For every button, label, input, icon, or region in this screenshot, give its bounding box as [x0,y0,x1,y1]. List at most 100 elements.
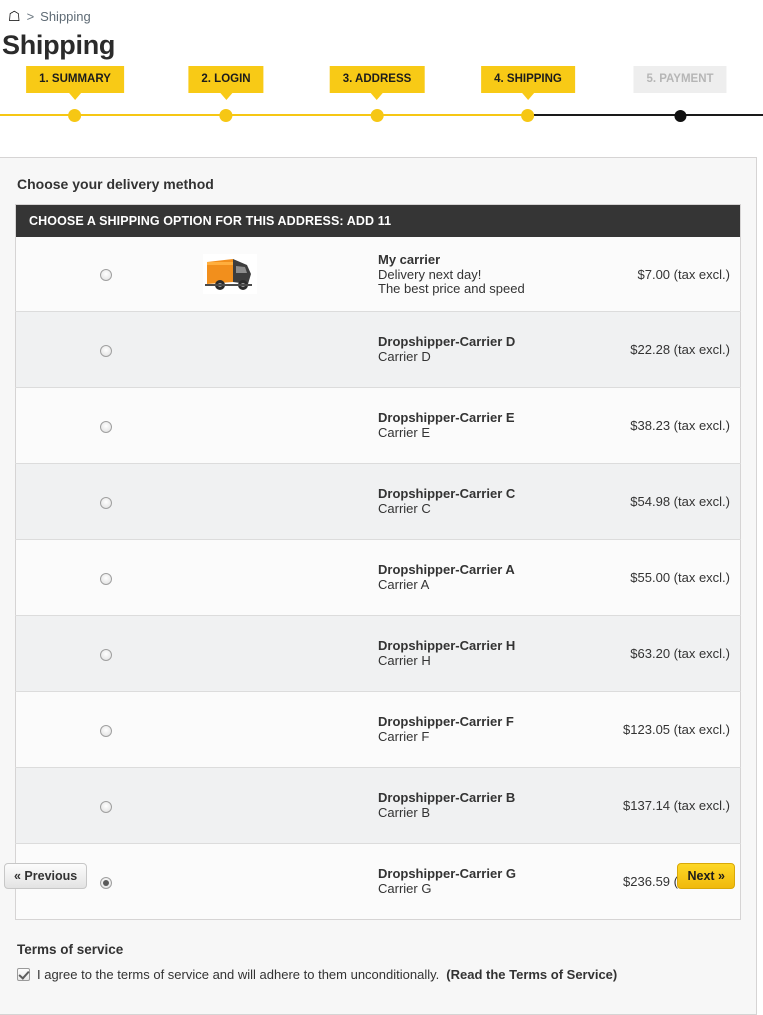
carrier-price: $54.98 (tax excl.) [630,494,730,509]
step-shipping[interactable]: 4. SHIPPING [481,66,575,122]
carrier-info-cell: Dropshipper-Carrier F Carrier F [378,692,559,768]
table-row[interactable]: Dropshipper-Carrier H Carrier H $63.20 (… [15,615,741,692]
carrier-name: Dropshipper-Carrier E [378,410,515,425]
carrier-delay: Carrier B [378,805,431,820]
carrier-radio-dropshipper-carrier-c[interactable] [100,496,113,509]
table-row[interactable]: Dropshipper-Carrier B Carrier B $137.14 … [15,767,741,844]
terms-checkbox[interactable] [17,968,30,981]
carrier-name: Dropshipper-Carrier A [378,562,515,577]
carrier-radio-cell[interactable] [16,616,197,692]
footer-nav: « Previous Next » [0,861,757,891]
step-shipping-label: 4. SHIPPING [481,66,575,100]
carrier-logo-cell [197,388,378,464]
carrier-delay: Carrier E [378,425,431,440]
delivery-heading: Choose your delivery method [17,176,214,192]
delivery-truck-icon [202,254,257,294]
carrier-info-cell: Dropshipper-Carrier E Carrier E [378,388,559,464]
carrier-price: $55.00 (tax excl.) [630,570,730,585]
carrier-radio-dropshipper-carrier-d[interactable] [100,344,113,357]
terms-row: I agree to the terms of service and will… [17,967,741,982]
terms-text: I agree to the terms of service and will… [37,967,440,982]
carrier-logo-cell [197,464,378,540]
carrier-radio-cell[interactable] [16,237,197,312]
terms-title: Terms of service [17,942,124,957]
carrier-logo-cell [197,237,378,312]
table-row[interactable]: Dropshipper-Carrier F Carrier F $123.05 … [15,691,741,768]
carrier-radio-dropshipper-carrier-b[interactable] [100,800,113,813]
home-icon[interactable]: ☖ [8,9,21,23]
carrier-name: Dropshipper-Carrier H [378,638,516,653]
carrier-info-cell: My carrier Delivery next day! The best p… [378,237,559,312]
carrier-price: $123.05 (tax excl.) [623,722,730,737]
breadcrumb-separator: > [26,8,35,24]
step-payment: 5. PAYMENT [633,66,727,122]
next-button[interactable]: Next » [677,863,735,889]
carrier-radio-cell[interactable] [16,388,197,464]
table-row[interactable]: Dropshipper-Carrier C Carrier C $54.98 (… [15,463,741,540]
step-payment-node [673,110,686,122]
carrier-radio-dropshipper-carrier-a[interactable] [100,572,113,585]
step-summary[interactable]: 1. SUMMARY [26,66,124,122]
carrier-delay: Carrier H [378,653,431,668]
carrier-table-header-row: CHOOSE A SHIPPING OPTION FOR THIS ADDRES… [15,204,741,237]
table-row[interactable]: Dropshipper-Carrier D Carrier D $22.28 (… [15,311,741,388]
carrier-name: Dropshipper-Carrier B [378,790,516,805]
carrier-delay: Carrier D [378,349,431,364]
carrier-radio-cell[interactable] [16,540,197,616]
checkout-steps: 1. SUMMARY 2. LOGIN 3. ADDRESS 4. SHIPPI… [0,66,763,128]
carrier-delay: Delivery next day! [378,266,482,282]
step-summary-node [68,109,82,122]
step-address-node [370,109,384,122]
panel-spacer [15,982,741,1014]
carrier-info-cell: Dropshipper-Carrier A Carrier A [378,540,559,616]
carrier-radio-cell[interactable] [16,768,197,844]
step-summary-label: 1. SUMMARY [26,66,124,100]
carrier-price: $22.28 (tax excl.) [630,342,730,357]
carrier-delay: Carrier F [378,729,430,744]
carrier-name: Dropshipper-Carrier F [378,714,514,729]
carrier-logo-cell [197,616,378,692]
carrier-table: CHOOSE A SHIPPING OPTION FOR THIS ADDRES… [15,204,741,920]
carrier-table-header: CHOOSE A SHIPPING OPTION FOR THIS ADDRES… [15,204,741,237]
carrier-name: My carrier [378,251,441,267]
carrier-info-cell: Dropshipper-Carrier B Carrier B [378,768,559,844]
step-address[interactable]: 3. ADDRESS [329,66,425,122]
breadcrumb-current[interactable]: Shipping [40,9,91,24]
carrier-price: $137.14 (tax excl.) [623,798,730,813]
carrier-name: Dropshipper-Carrier C [378,486,516,501]
carrier-radio-cell[interactable] [16,464,197,540]
carrier-extra: The best price and speed [378,280,525,296]
carrier-radio-dropshipper-carrier-h[interactable] [100,648,113,661]
step-login-node [219,109,233,122]
carrier-radio-cell[interactable] [16,312,197,388]
step-shipping-node [521,109,535,122]
table-row[interactable]: Dropshipper-Carrier E Carrier E $38.23 (… [15,387,741,464]
carrier-info-cell: Dropshipper-Carrier D Carrier D [378,312,559,388]
carrier-logo-cell [197,692,378,768]
carrier-price: $7.00 (tax excl.) [637,266,731,282]
breadcrumb: ☖ > Shipping [0,0,763,26]
carrier-info-cell: Dropshipper-Carrier H Carrier H [378,616,559,692]
carrier-radio-cell[interactable] [16,692,197,768]
previous-button[interactable]: « Previous [4,863,88,889]
carrier-logo-cell [197,540,378,616]
read-terms-link[interactable]: (Read the Terms of Service) [446,967,617,982]
table-row[interactable]: My carrier Delivery next day! The best p… [15,237,741,312]
carrier-radio-my-carrier[interactable] [100,269,113,282]
carrier-price: $38.23 (tax excl.) [630,418,730,433]
carrier-price: $63.20 (tax excl.) [630,646,730,661]
step-login-label: 2. LOGIN [188,66,264,100]
carrier-delay: Carrier C [378,501,431,516]
page-title: Shipping [2,30,116,60]
carrier-info-cell: Dropshipper-Carrier C Carrier C [378,464,559,540]
carrier-logo-cell [197,312,378,388]
step-payment-label: 5. PAYMENT [633,66,727,93]
carrier-delay: Carrier A [378,577,430,592]
carrier-radio-dropshipper-carrier-f[interactable] [100,724,113,737]
carrier-name: Dropshipper-Carrier D [378,334,516,349]
step-login[interactable]: 2. LOGIN [188,66,264,122]
carrier-logo-cell [197,768,378,844]
step-remaining-line [528,114,763,116]
table-row[interactable]: Dropshipper-Carrier A Carrier A $55.00 (… [15,539,741,616]
carrier-radio-dropshipper-carrier-e[interactable] [100,420,113,433]
